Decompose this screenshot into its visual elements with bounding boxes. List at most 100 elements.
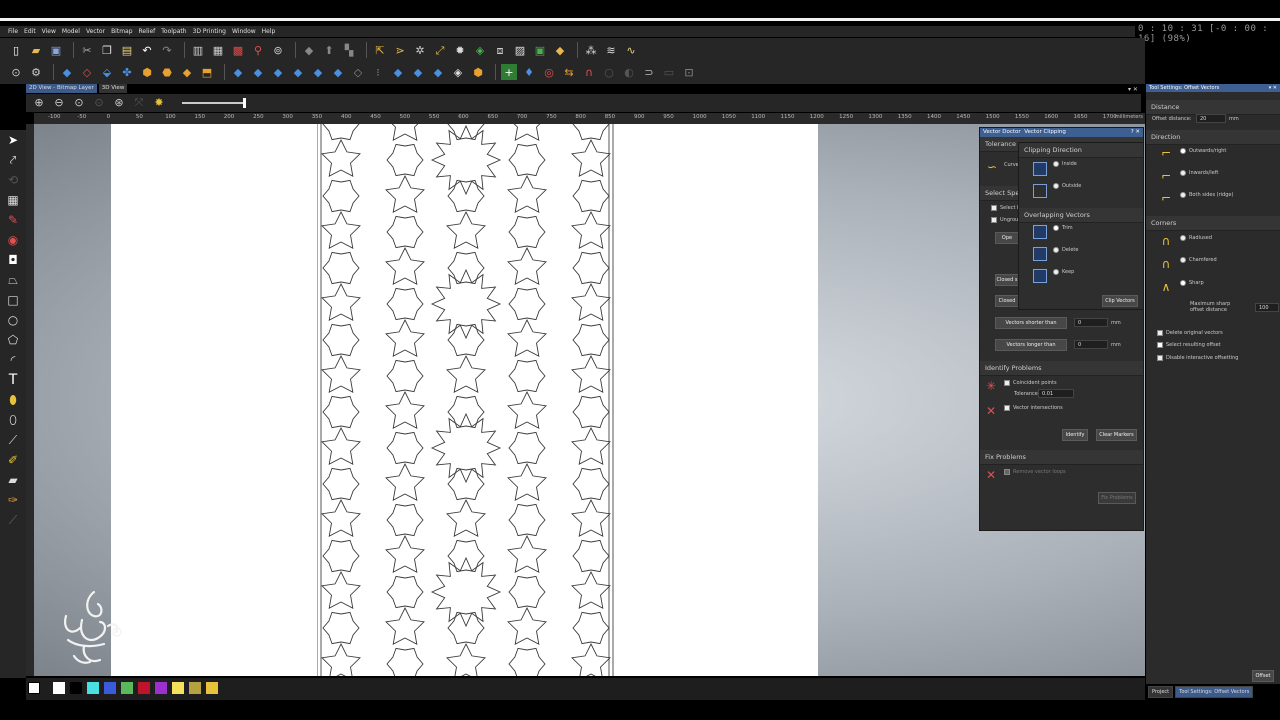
- palette-swatch[interactable]: [155, 682, 167, 694]
- dots-icon[interactable]: ◆: [552, 42, 568, 58]
- palette-swatch[interactable]: [70, 682, 82, 694]
- paste-icon[interactable]: ▤: [119, 42, 135, 58]
- extrude-icon[interactable]: ⬢: [139, 64, 155, 80]
- polygon-tool-icon[interactable]: ⬠: [0, 330, 26, 350]
- save-icon[interactable]: ▣: [48, 42, 64, 58]
- layers-icon[interactable]: ▨: [512, 42, 528, 58]
- tab-3d-view[interactable]: 3D View: [98, 84, 128, 93]
- zoom-fit-icon[interactable]: ⊙: [72, 96, 86, 110]
- clear-markers-button[interactable]: Clear Markers: [1096, 429, 1137, 441]
- brush-tool-icon[interactable]: ✐: [0, 450, 26, 470]
- remove-loops-checkbox[interactable]: [1004, 469, 1010, 475]
- align-center-icon[interactable]: ⋗: [392, 42, 408, 58]
- palette-swatch[interactable]: [121, 682, 133, 694]
- sculpt-icon[interactable]: ✤: [119, 64, 135, 80]
- barrel-icon[interactable]: ⬢: [470, 64, 486, 80]
- transform-icon[interactable]: ⬆: [321, 42, 337, 58]
- box2-icon[interactable]: ◆: [430, 64, 446, 80]
- frame-icon[interactable]: ∩: [581, 64, 597, 80]
- box-icon[interactable]: ◆: [270, 64, 286, 80]
- both-sides-radio[interactable]: [1180, 192, 1186, 198]
- tolerance-input[interactable]: 0.01: [1038, 389, 1074, 398]
- eraser-icon[interactable]: ◇: [79, 64, 95, 80]
- ungroup-icon[interactable]: ▦: [210, 42, 226, 58]
- coincident-checkbox[interactable]: [1004, 380, 1010, 386]
- weld-icon[interactable]: ⊚: [270, 42, 286, 58]
- sun-icon[interactable]: ✹: [452, 42, 468, 58]
- move-3d-icon[interactable]: ⬙: [99, 64, 115, 80]
- open-button[interactable]: Ope: [995, 232, 1019, 244]
- clip-vectors-button[interactable]: Clip Vectors: [1102, 295, 1138, 307]
- offset-distance-input[interactable]: 20: [1196, 114, 1226, 123]
- path-icon[interactable]: ∿: [623, 42, 639, 58]
- select-checkbox[interactable]: [991, 205, 997, 211]
- menu-help[interactable]: Help: [262, 28, 276, 35]
- current-color-swatch[interactable]: [28, 682, 40, 694]
- tab-tool-settings[interactable]: Tool Settings: Offset Vectors: [1175, 686, 1254, 698]
- light-icon[interactable]: ✸: [152, 96, 166, 110]
- tab-project[interactable]: Project: [1148, 686, 1174, 698]
- radiused-radio[interactable]: [1180, 235, 1186, 241]
- half-circle-icon[interactable]: ◐: [621, 64, 637, 80]
- menu-relief[interactable]: Relief: [139, 28, 156, 35]
- cube-icon[interactable]: ⬣: [159, 64, 175, 80]
- align-icon[interactable]: ▩: [230, 42, 246, 58]
- open-folder-icon[interactable]: ▰: [28, 42, 44, 58]
- copy-icon[interactable]: ❐: [99, 42, 115, 58]
- longer-than-input[interactable]: 0: [1074, 340, 1108, 349]
- disc-icon[interactable]: ◆: [310, 64, 326, 80]
- arc-tool-icon[interactable]: ◜: [0, 350, 26, 370]
- slider-handle[interactable]: [243, 98, 246, 108]
- hat-icon[interactable]: ◇: [350, 64, 366, 80]
- pyramid-icon[interactable]: ◆: [179, 64, 195, 80]
- fill-tool-icon[interactable]: ◉: [0, 230, 26, 250]
- new-file-icon[interactable]: ▯: [8, 42, 24, 58]
- scale-icon[interactable]: ▚: [341, 42, 357, 58]
- menu-window[interactable]: Window: [232, 28, 256, 35]
- menu-bitmap[interactable]: Bitmap: [111, 28, 132, 35]
- palette-swatch[interactable]: [104, 682, 116, 694]
- palette-swatch[interactable]: [172, 682, 184, 694]
- blue-shape-icon[interactable]: ◆: [410, 64, 426, 80]
- line-tool-icon[interactable]: ⟋: [0, 430, 26, 450]
- arrows-icon[interactable]: ⇆: [561, 64, 577, 80]
- menu-toolpath[interactable]: Toolpath: [161, 28, 186, 35]
- palette-swatch[interactable]: [138, 682, 150, 694]
- move-icon[interactable]: ⇱: [372, 42, 388, 58]
- ungroup-checkbox[interactable]: [991, 217, 997, 223]
- rounded-box-icon[interactable]: ⊃: [641, 64, 657, 80]
- identify-button[interactable]: Identify: [1062, 429, 1088, 441]
- close-view-icon[interactable]: ▾ ✕: [1128, 86, 1138, 93]
- eraser-tool-icon[interactable]: ◘: [0, 250, 26, 270]
- knife-tool-icon[interactable]: ⟋: [0, 510, 26, 530]
- polyline-tool-icon[interactable]: ⏢: [0, 270, 26, 290]
- paint-tool-icon[interactable]: ✑: [0, 490, 26, 510]
- palette-swatch[interactable]: [87, 682, 99, 694]
- cylinder-icon[interactable]: ◆: [330, 64, 346, 80]
- zoom-in-icon[interactable]: ⊕: [32, 96, 46, 110]
- pattern-icon[interactable]: ⁂: [583, 42, 599, 58]
- closed-s-button[interactable]: Closed s: [995, 274, 1019, 286]
- smudge-tool-icon[interactable]: ▰: [0, 470, 26, 490]
- menu-vector[interactable]: Vector: [86, 28, 105, 35]
- rectangle-tool-icon[interactable]: □: [0, 290, 26, 310]
- disable-interactive-checkbox[interactable]: [1157, 355, 1163, 361]
- chamfered-radio[interactable]: [1180, 257, 1186, 263]
- trim-radio[interactable]: [1053, 225, 1059, 231]
- circle-tool-icon[interactable]: ○: [601, 64, 617, 80]
- green-plus-icon[interactable]: +: [501, 64, 517, 80]
- shape-3d-icon[interactable]: ◆: [59, 64, 75, 80]
- transparency-slider[interactable]: [182, 98, 246, 108]
- star-icon[interactable]: ⤢: [432, 42, 448, 58]
- palette-swatch[interactable]: [189, 682, 201, 694]
- closed-button[interactable]: Closed: [995, 295, 1019, 307]
- outside-radio[interactable]: [1053, 183, 1059, 189]
- wave-icon[interactable]: ≋: [603, 42, 619, 58]
- grid-tool-icon[interactable]: ▦: [0, 190, 26, 210]
- outwards-radio[interactable]: [1180, 148, 1186, 154]
- circle-draw-icon[interactable]: ○: [0, 310, 26, 330]
- zoom-box-icon[interactable]: ⊛: [112, 96, 126, 110]
- settings-icon[interactable]: ⚙: [28, 64, 44, 80]
- rect-tool-icon[interactable]: ⊡: [681, 64, 697, 80]
- vector-clipping-tab[interactable]: Vector Clipping: [1024, 129, 1066, 135]
